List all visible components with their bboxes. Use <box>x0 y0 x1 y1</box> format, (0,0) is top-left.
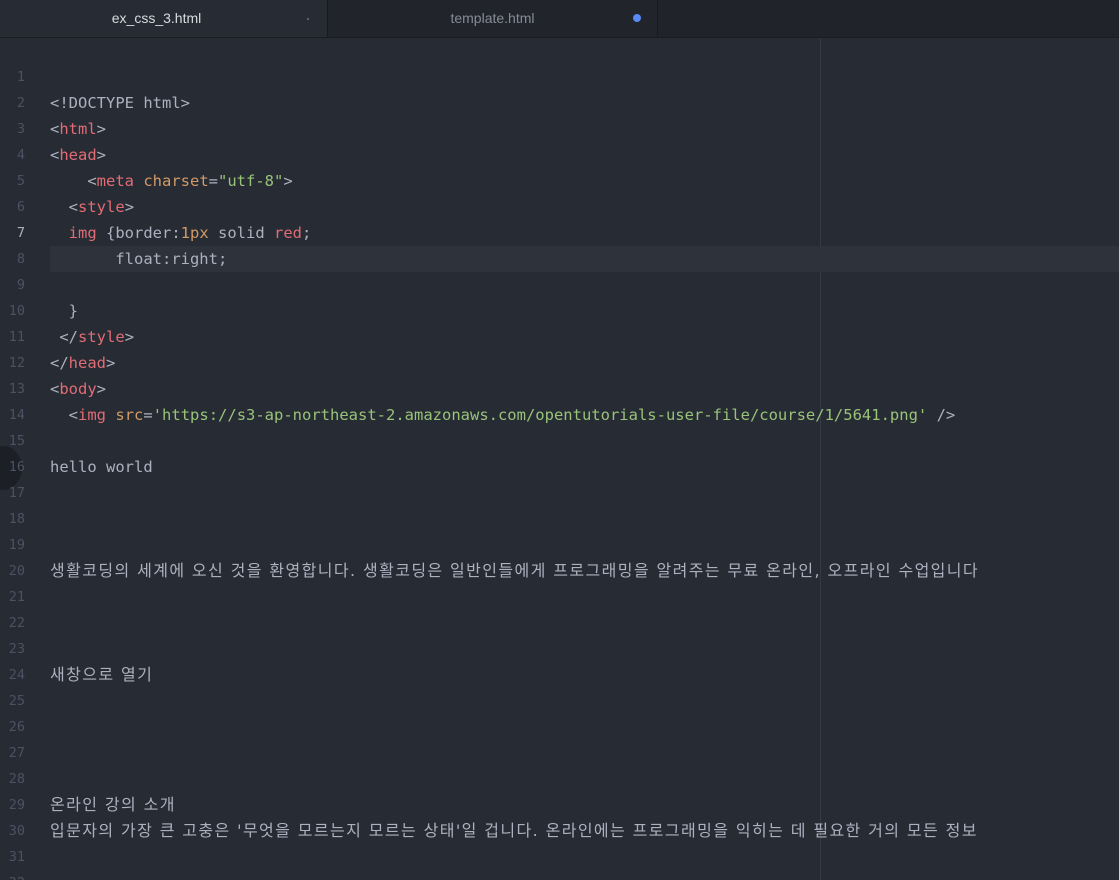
tab-label: template.html <box>450 10 535 26</box>
code-line: 2 <html> <box>0 64 1119 138</box>
code-line: 6 img {border:1px solid red; <box>0 168 1119 242</box>
tab-ex-css-3[interactable]: ex_css_3.html <box>0 0 328 37</box>
code-line: 15 hello world <box>0 402 1119 476</box>
code-editor[interactable]: 1 <!DOCTYPE html> 2 <html> 3 <head> 4 <m… <box>0 38 1119 880</box>
code-line: 29 입문자의 가장 큰 고충은 '무엇을 모르는지 모르는 상태'일 겁니다.… <box>0 766 1119 840</box>
tab-bar: ex_css_3.html template.html <box>0 0 1119 38</box>
code-line: 11 </head> <box>0 298 1119 372</box>
line-code[interactable] <box>50 870 1119 880</box>
code-line: 19 생활코딩의 세계에 오신 것을 환영합니다. 생활코딩은 일반인들에게 프… <box>0 506 1119 580</box>
code-line: 14 <box>0 376 1119 423</box>
code-line: 23 새창으로 열기 <box>0 610 1119 684</box>
code-line: 13 <img src='https://s3-ap-northeast-2.a… <box>0 350 1119 424</box>
tab-label: ex_css_3.html <box>111 10 202 26</box>
tab-close-icon[interactable] <box>307 18 309 20</box>
code-line-current: 7 float:right; <box>0 194 1119 272</box>
code-line: 10 </style> <box>0 272 1119 346</box>
code-line: 22 <box>0 584 1119 631</box>
code-line: 31 <box>0 818 1119 865</box>
tab-template[interactable]: template.html <box>328 0 658 37</box>
code-line: 3 <head> <box>0 90 1119 164</box>
code-line: 9 } <box>0 246 1119 320</box>
code-line: 12 <body> <box>0 324 1119 398</box>
code-line: 4 <meta charset="utf-8"> <box>0 116 1119 190</box>
code-line: 1 <!DOCTYPE html> <box>0 38 1119 112</box>
code-line: 20 <box>0 532 1119 579</box>
modified-indicator-icon[interactable] <box>633 14 641 22</box>
code-line: 30 <box>0 792 1119 839</box>
code-line: 18 <box>0 480 1119 527</box>
code-line: 32 <box>0 844 1119 880</box>
line-number: 32 <box>0 870 25 880</box>
code-line: 27 <box>0 714 1119 761</box>
code-line: 8 <box>0 220 1119 267</box>
code-line: 28 온라인 강의 소개 <box>0 740 1119 814</box>
code-line: 17 <box>0 454 1119 501</box>
code-line: 16 <box>0 428 1119 475</box>
code-line: 24 <box>0 636 1119 683</box>
code-line: 21 <box>0 558 1119 605</box>
code-line: 25 <box>0 662 1119 709</box>
code-line: 5 <style> <box>0 142 1119 216</box>
code-line: 26 <box>0 688 1119 735</box>
